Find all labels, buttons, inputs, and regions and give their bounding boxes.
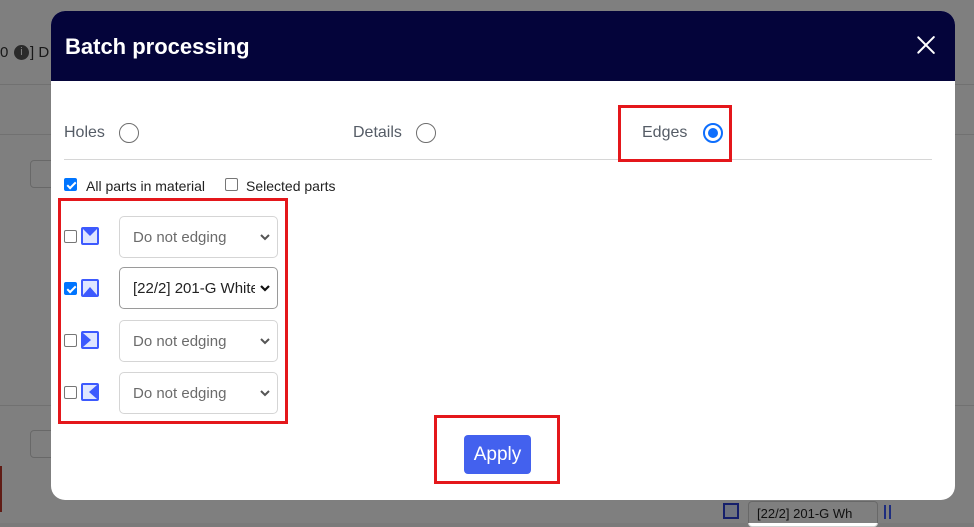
highlight-apply bbox=[434, 415, 560, 484]
radio-holes[interactable] bbox=[118, 123, 139, 143]
tabs-divider bbox=[64, 159, 932, 160]
highlight-edges-tab bbox=[618, 105, 732, 162]
highlight-edge-rows bbox=[58, 198, 288, 424]
selected-parts-label: Selected parts bbox=[246, 178, 336, 194]
tab-details[interactable]: Details bbox=[353, 121, 436, 145]
radio-details[interactable] bbox=[415, 123, 436, 143]
tab-details-label: Details bbox=[353, 124, 402, 141]
close-icon[interactable] bbox=[913, 32, 939, 58]
tab-holes-label: Holes bbox=[64, 124, 105, 141]
modal-header: Batch processing bbox=[51, 11, 955, 81]
modal-title: Batch processing bbox=[65, 34, 250, 59]
all-parts-label: All parts in material bbox=[86, 178, 206, 194]
selected-parts-checkbox[interactable] bbox=[225, 178, 238, 191]
tab-holes[interactable]: Holes bbox=[64, 121, 139, 145]
all-parts-checkbox[interactable] bbox=[64, 178, 77, 191]
